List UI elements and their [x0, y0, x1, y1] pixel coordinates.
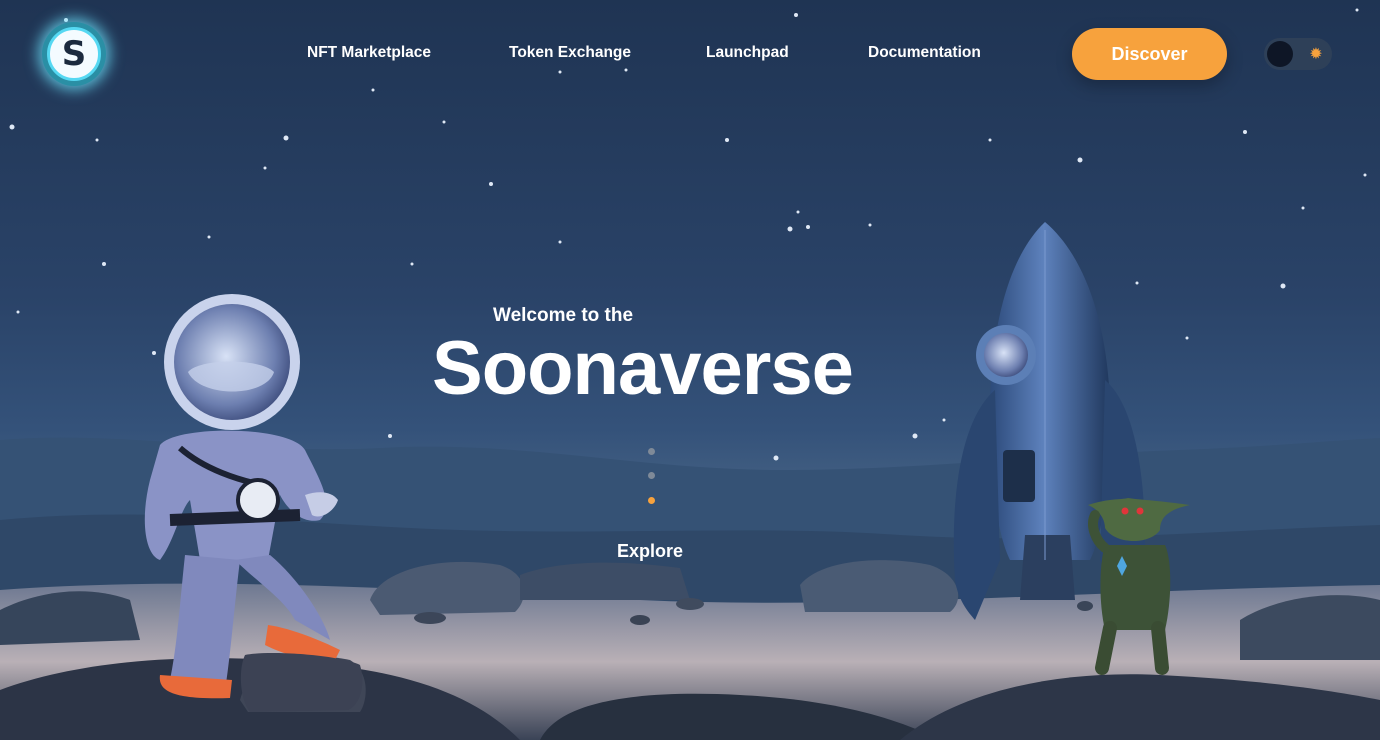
theme-toggle[interactable]: ✹: [1264, 38, 1332, 70]
explore-link[interactable]: Explore: [617, 541, 683, 562]
slide-dot-2[interactable]: [648, 472, 655, 479]
discover-button[interactable]: Discover: [1072, 28, 1227, 80]
nav-documentation[interactable]: Documentation: [868, 44, 981, 62]
nav-launchpad[interactable]: Launchpad: [706, 44, 789, 62]
hero-welcome-text: Welcome to the: [493, 305, 634, 326]
nav-token-exchange[interactable]: Token Exchange: [509, 44, 631, 62]
toggle-knob: [1267, 41, 1293, 67]
slide-dot-1[interactable]: [648, 448, 655, 455]
slide-indicator: [648, 448, 656, 504]
soonaverse-logo[interactable]: S: [42, 22, 106, 86]
logo-letter: S: [47, 27, 101, 81]
hero-title: Soonaverse: [432, 326, 854, 411]
slide-dot-3[interactable]: [648, 497, 655, 504]
sun-icon: ✹: [1309, 44, 1323, 63]
nav-nft-marketplace[interactable]: NFT Marketplace: [307, 44, 431, 62]
